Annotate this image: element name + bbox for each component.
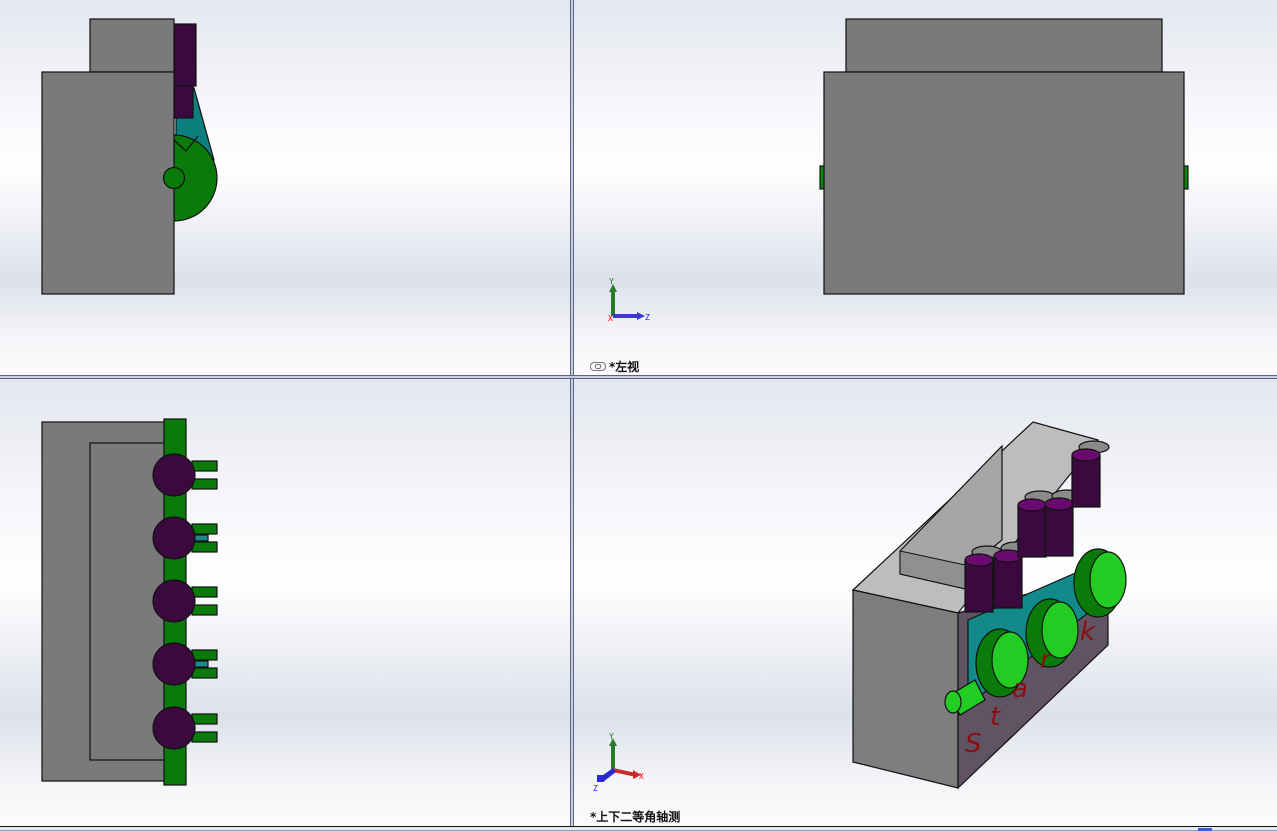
axis-x-label: X	[639, 772, 644, 781]
model-scene: Stark Y Z X Y X Z	[41, 18, 1189, 793]
piston-top	[1017, 498, 1047, 512]
left-view-model	[819, 18, 1189, 295]
viewport-label-top-right: *左视	[590, 358, 639, 375]
block-main	[823, 71, 1185, 295]
engraved-letter: t	[990, 702, 1001, 732]
viewport-label-bottom-right: *上下二等角轴测	[590, 808, 680, 825]
isometric-view-model: Stark	[851, 421, 1127, 790]
crank-pin-tab	[191, 604, 218, 616]
view-triad-top-right: Y Z X	[608, 277, 650, 323]
engraved-letter: k	[1080, 617, 1096, 647]
crank-pin-tab	[191, 649, 218, 661]
top-view-model	[41, 418, 218, 786]
view-name: *左视	[609, 360, 640, 374]
piston-skirt	[173, 85, 194, 119]
crank-pin-tab	[191, 667, 218, 679]
block-upper	[845, 18, 1163, 73]
crank-pin-tab	[191, 713, 218, 725]
axis-z-label: Z	[593, 784, 598, 793]
connecting-rod	[193, 534, 209, 542]
link-views-icon[interactable]	[590, 362, 606, 371]
piston	[152, 579, 196, 623]
crank-pin-tab	[191, 731, 218, 743]
view-triad-bottom-right: Y X Z	[593, 732, 644, 793]
axis-z-label: Z	[645, 313, 650, 322]
crank-pin-tab	[191, 541, 218, 553]
view-name: *上下二等角轴测	[590, 810, 681, 824]
piston	[964, 559, 994, 613]
crank-pin-tab	[191, 478, 218, 490]
piston	[152, 453, 196, 497]
crank-counterweight	[1089, 551, 1127, 609]
piston	[173, 23, 197, 87]
crank-nose-end	[944, 690, 962, 714]
axis-y-label: Y	[609, 732, 614, 741]
piston	[152, 642, 196, 686]
piston-top	[1044, 497, 1074, 511]
piston	[1071, 454, 1101, 508]
engraved-letter: S	[965, 729, 982, 759]
piston	[1044, 503, 1074, 557]
crank-pin-tab	[191, 460, 218, 472]
engraved-letter: a	[1012, 674, 1028, 704]
piston-top	[1071, 448, 1101, 462]
axis-y-label: Y	[609, 277, 614, 286]
block-front-face	[852, 589, 959, 789]
piston	[152, 516, 196, 560]
piston	[993, 555, 1023, 609]
connecting-rod	[193, 660, 209, 668]
crank-pin-tab	[191, 523, 218, 535]
front-view-model	[41, 18, 218, 295]
block-upper	[89, 18, 175, 73]
crank-journal	[162, 166, 186, 190]
piston-top	[964, 553, 994, 567]
crank-pin-tab	[191, 586, 218, 598]
block-main	[41, 71, 175, 295]
piston	[152, 706, 196, 750]
axis-x-label: X	[608, 314, 613, 323]
piston	[1017, 504, 1047, 558]
